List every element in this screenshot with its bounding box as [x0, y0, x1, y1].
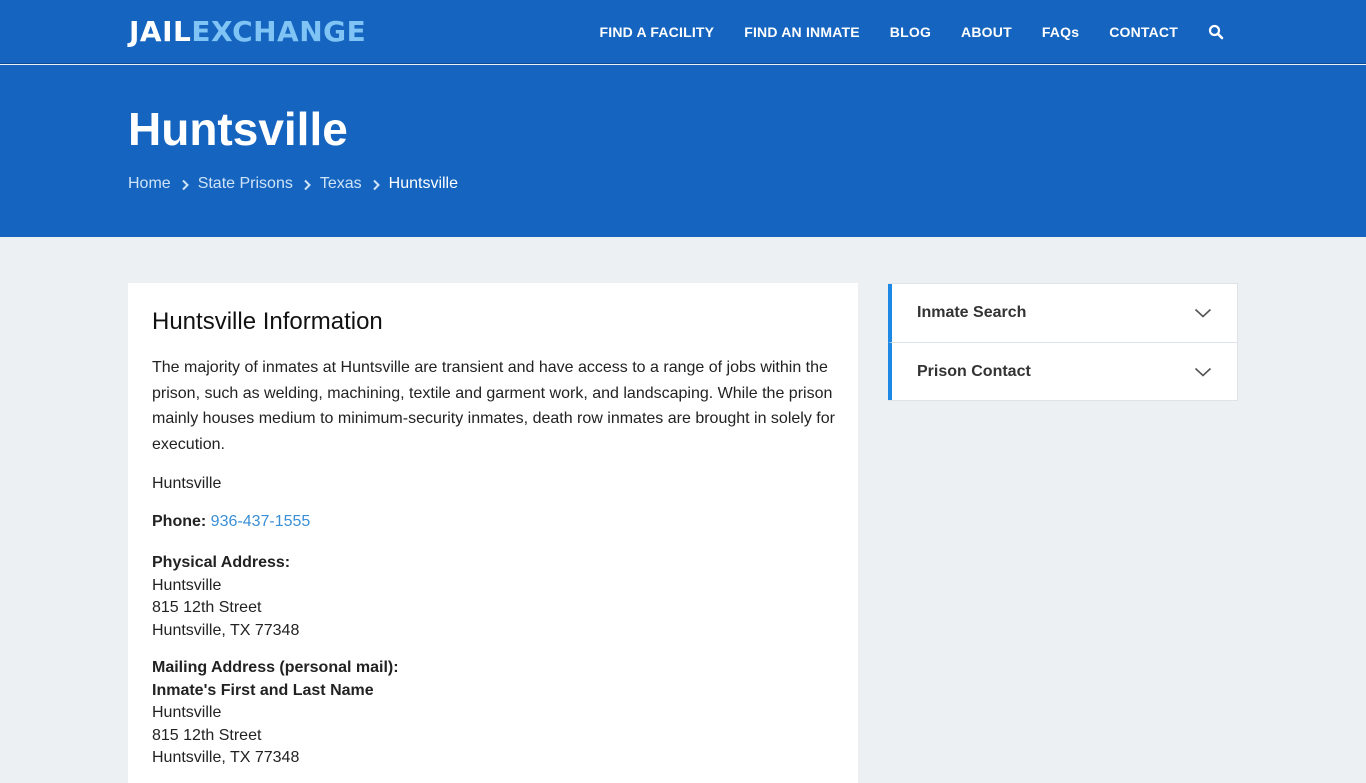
- logo-text-exchange: EXCHANGE: [191, 15, 367, 48]
- chevron-right-icon: [181, 178, 189, 191]
- breadcrumb-texas[interactable]: Texas: [320, 175, 362, 193]
- physical-address-line: Huntsville, TX 77348: [152, 621, 300, 639]
- chevron-right-icon: [303, 178, 311, 191]
- sidebar-accordion: Inmate Search Prison Contact: [888, 283, 1238, 401]
- nav-blog[interactable]: BLOG: [890, 24, 931, 40]
- nav-find-facility[interactable]: FIND A FACILITY: [599, 24, 714, 40]
- physical-address-line: 815 12th Street: [152, 599, 262, 616]
- mailing-address-line: 815 12th Street: [152, 726, 262, 744]
- mailing-address: Mailing Address (personal mail): Inmate'…: [152, 657, 399, 770]
- nav-about[interactable]: ABOUT: [961, 24, 1012, 40]
- chevron-down-icon: [1194, 365, 1212, 377]
- chevron-right-icon: [372, 178, 380, 191]
- nav-faqs[interactable]: FAQs: [1042, 24, 1079, 40]
- breadcrumb: Home State Prisons Texas Huntsville: [128, 175, 458, 193]
- top-navbar: JAILEXCHANGE FIND A FACILITY FIND AN INM…: [0, 0, 1366, 64]
- mailing-recipient: Inmate's First and Last Name: [152, 681, 374, 699]
- accordion-label: Prison Contact: [917, 362, 1031, 380]
- search-icon[interactable]: [1208, 24, 1224, 40]
- facility-name: Huntsville: [152, 475, 222, 492]
- phone-link[interactable]: 936-437-1555: [211, 513, 311, 530]
- accordion-label: Inmate Search: [917, 304, 1027, 321]
- facility-description: The majority of inmates at Huntsville ar…: [152, 359, 835, 453]
- nav-contact[interactable]: CONTACT: [1109, 24, 1178, 40]
- facility-info-card: Huntsville Information The majority of i…: [128, 283, 858, 783]
- chevron-down-icon: [1194, 306, 1212, 318]
- site-logo[interactable]: JAILEXCHANGE: [129, 16, 366, 48]
- breadcrumb-current: Huntsville: [388, 175, 458, 192]
- info-heading: Huntsville Information: [152, 308, 383, 335]
- mailing-address-label: Mailing Address (personal mail):: [152, 659, 399, 676]
- accordion-prison-contact[interactable]: Prison Contact: [888, 342, 1237, 400]
- main-nav: FIND A FACILITY FIND AN INMATE BLOG ABOU…: [569, 0, 1224, 64]
- phone-row: Phone: 936-437-1555: [152, 513, 310, 531]
- accordion-inmate-search[interactable]: Inmate Search: [888, 284, 1237, 342]
- phone-label: Phone:: [152, 513, 207, 530]
- mailing-address-line: Huntsville, TX 77348: [152, 749, 300, 766]
- physical-address: Physical Address: Huntsville 815 12th St…: [152, 552, 299, 642]
- page-hero: Huntsville Home State Prisons Texas Hunt…: [0, 65, 1366, 237]
- mailing-address-line: Huntsville: [152, 704, 222, 721]
- page-title: Huntsville: [128, 103, 348, 155]
- physical-address-line: Huntsville: [152, 576, 222, 594]
- logo-text-jail: JAIL: [129, 15, 192, 48]
- physical-address-label: Physical Address:: [152, 554, 291, 571]
- breadcrumb-home[interactable]: Home: [128, 175, 171, 193]
- nav-find-inmate[interactable]: FIND AN INMATE: [744, 24, 860, 40]
- breadcrumb-state-prisons[interactable]: State Prisons: [198, 175, 293, 193]
